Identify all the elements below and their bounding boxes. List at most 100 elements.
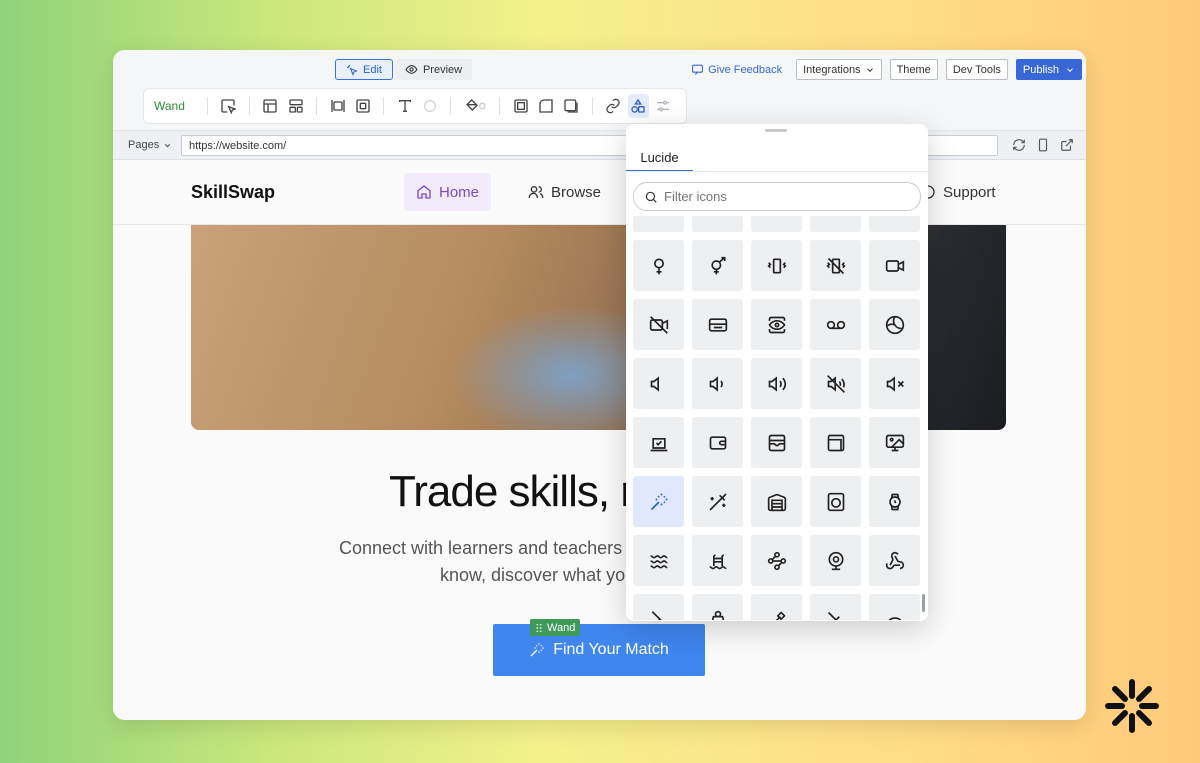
icon-option[interactable] [692, 216, 743, 232]
edit-mode-button[interactable]: Edit [335, 59, 393, 80]
layout-panel-button[interactable] [260, 94, 281, 118]
icon-option[interactable] [692, 594, 743, 620]
icon-option-video[interactable] [869, 240, 920, 291]
icon-grid-scrollbar[interactable] [922, 594, 925, 612]
webhook-icon [885, 551, 904, 569]
icon-option-washing-machine[interactable] [810, 476, 861, 527]
icon-option[interactable] [751, 594, 802, 620]
nav-home[interactable]: Home [404, 173, 492, 211]
venus-icon [653, 258, 664, 274]
search-icon [645, 191, 657, 203]
icon-option-cassette[interactable] [692, 299, 743, 350]
video-off-icon [649, 315, 668, 334]
nav-browse[interactable]: Browse [516, 173, 613, 211]
mode-switch: Edit Preview [335, 59, 473, 80]
type-icon [398, 100, 411, 112]
wand-icon [530, 643, 544, 657]
vote-icon [650, 437, 667, 451]
icon-option-volume-x[interactable] [869, 358, 920, 409]
integrations-button[interactable]: Integrations [796, 59, 882, 80]
radius-button[interactable] [535, 94, 556, 118]
icon-option-volume[interactable] [633, 358, 684, 409]
icon-option-waves-ladder[interactable] [692, 535, 743, 586]
popover-drag-handle[interactable] [765, 129, 787, 132]
select-parent-button[interactable] [218, 94, 239, 118]
fill-button[interactable] [461, 94, 489, 118]
icon-option[interactable] [751, 216, 802, 232]
spacing-icon [330, 100, 345, 112]
icon-option-wand-sparkles[interactable] [633, 476, 684, 527]
warehouse-icon [767, 493, 786, 511]
icon-option-wallet-cards[interactable] [751, 417, 802, 468]
icon-option-view[interactable] [751, 299, 802, 350]
icon-option-wand-sparkles-2[interactable] [692, 476, 743, 527]
users-icon [528, 186, 544, 198]
wheat-alt-icon [827, 611, 840, 620]
selected-element-tag[interactable]: Wand [530, 619, 581, 636]
smartphone-icon[interactable] [1036, 138, 1050, 152]
icon-option-warehouse[interactable] [751, 476, 802, 527]
icon-option-voicemail[interactable] [810, 299, 861, 350]
icon-option[interactable] [810, 216, 861, 232]
url-text: https://website.com/ [189, 140, 287, 152]
icon-option-waypoints[interactable] [751, 535, 802, 586]
icon-option-video-off[interactable] [633, 299, 684, 350]
icon-option-webhook[interactable] [869, 535, 920, 586]
shadow-icon [564, 99, 578, 113]
shadow-button[interactable] [561, 94, 582, 118]
cassette-icon [708, 317, 727, 332]
watch-icon [888, 493, 901, 510]
nav-home-label: Home [439, 183, 480, 201]
find-match-button[interactable]: Find Your Match [493, 624, 705, 676]
icon-option-venus[interactable] [633, 240, 684, 291]
icon-option-volleyball[interactable] [869, 299, 920, 350]
icon-option[interactable] [869, 594, 920, 620]
spacing-button[interactable] [327, 94, 348, 118]
editor-window: Edit Preview Give Feedback Integrations … [113, 50, 1086, 720]
icon-option[interactable] [810, 594, 861, 620]
icon-option-vote[interactable] [633, 417, 684, 468]
icon-option-volume-2[interactable] [751, 358, 802, 409]
icon-option-webcam[interactable] [810, 535, 861, 586]
icon-option[interactable] [633, 216, 684, 232]
icon-option[interactable] [633, 594, 684, 620]
site-preview: SkillSwap Home Browse Support Trade skil… [113, 160, 1086, 720]
icon-option-volume-off[interactable] [810, 358, 861, 409]
text-color-button[interactable] [419, 94, 440, 118]
volume-off-icon [826, 374, 845, 393]
site-brand[interactable]: SkillSwap [191, 182, 275, 203]
icon-grid [633, 216, 923, 620]
view-icon [768, 316, 785, 333]
icon-option-waves[interactable] [633, 535, 684, 586]
dev-tools-label: Dev Tools [952, 63, 1001, 76]
icon-option-venus-mars[interactable] [692, 240, 743, 291]
icon-option-watch[interactable] [869, 476, 920, 527]
publish-button[interactable]: Publish [1015, 59, 1082, 80]
icon-option[interactable] [869, 216, 920, 232]
icon-option-vibrate[interactable] [751, 240, 802, 291]
tab-lucide[interactable]: Lucide [626, 144, 693, 172]
icon-option-volume-1[interactable] [692, 358, 743, 409]
border-button[interactable] [510, 94, 531, 118]
theme-button[interactable]: Theme [889, 59, 938, 80]
settings-sliders-button[interactable] [653, 94, 674, 118]
icon-picker-button[interactable] [627, 94, 649, 118]
eye-icon [405, 65, 418, 74]
sliders-icon [657, 100, 670, 112]
typography-button[interactable] [394, 94, 415, 118]
icon-option-wallpaper[interactable] [869, 417, 920, 468]
toolbar-divider [383, 97, 385, 115]
preview-mode-button[interactable]: Preview [394, 59, 473, 80]
external-link-icon[interactable] [1060, 138, 1074, 152]
give-feedback-button[interactable]: Give Feedback [691, 63, 782, 76]
icon-option-wallet[interactable] [692, 417, 743, 468]
icon-option-wallet-minimal[interactable] [810, 417, 861, 468]
layout-rows-button[interactable] [285, 94, 306, 118]
pages-dropdown[interactable]: Pages [128, 139, 172, 151]
filter-icons-input[interactable] [664, 189, 904, 204]
refresh-icon[interactable] [1012, 138, 1026, 152]
dev-tools-button[interactable]: Dev Tools [945, 59, 1008, 80]
frame-button[interactable] [352, 94, 373, 118]
icon-option-vibrate-off[interactable] [810, 240, 861, 291]
link-button[interactable] [603, 94, 624, 118]
